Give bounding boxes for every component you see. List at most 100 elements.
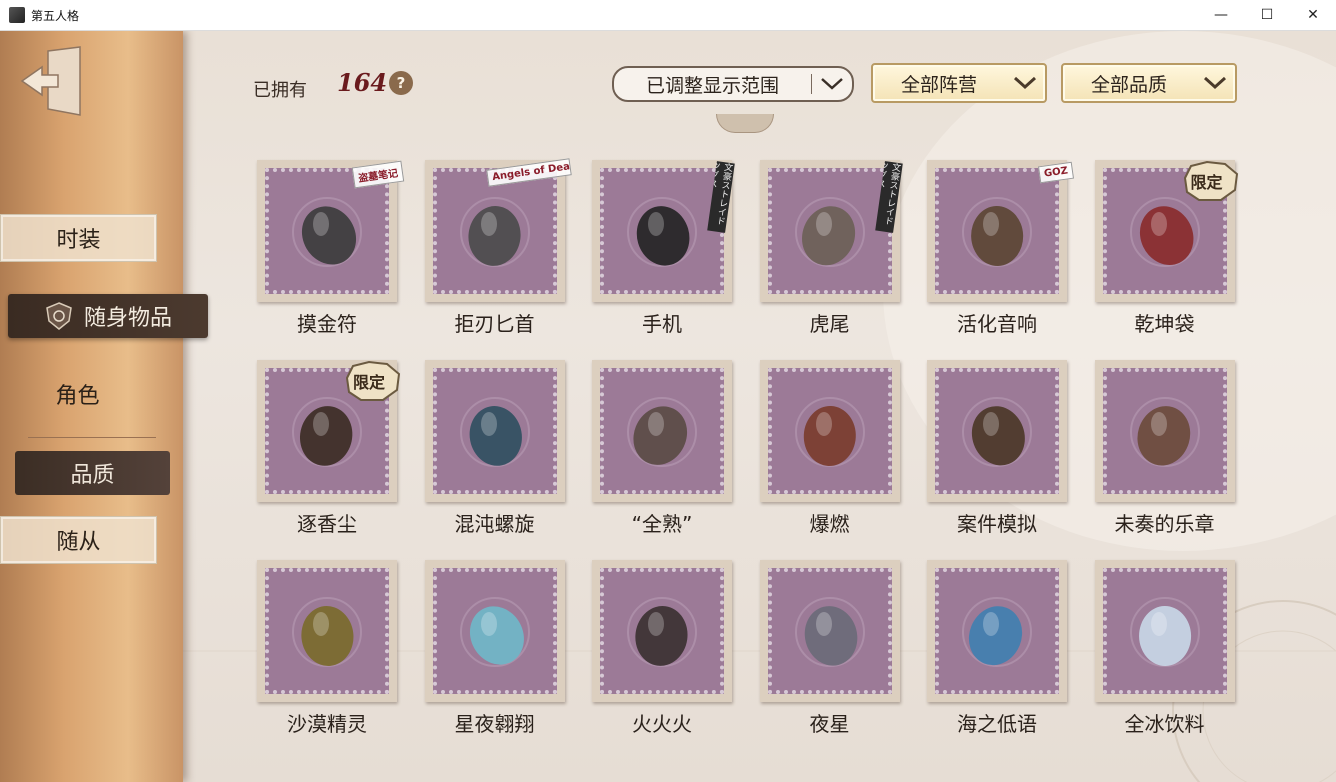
item-name: “全熟”	[631, 512, 693, 536]
item-card[interactable]: 文豪ストレイドッグス 虎尾	[759, 160, 903, 342]
item-name: 手机	[642, 312, 682, 336]
help-icon[interactable]: ?	[389, 71, 413, 95]
sidebar-item-label: 品质	[70, 463, 115, 488]
item-card[interactable]: “全熟”	[592, 360, 732, 542]
window-title: 第五人格	[31, 8, 80, 23]
flip-phone-icon	[627, 197, 697, 267]
target-icon	[962, 397, 1032, 467]
torch-stand-icon	[627, 597, 697, 667]
shield-icon	[44, 301, 74, 331]
close-button[interactable]: ✕	[1290, 0, 1336, 30]
minimize-button[interactable]: —	[1198, 0, 1244, 30]
talisman-icon	[292, 197, 362, 267]
chevron-down-icon	[812, 77, 852, 91]
sidebar-item-accessories[interactable]: 随身物品	[8, 294, 208, 338]
grill-icon	[627, 397, 697, 467]
limited-badge: 限定	[343, 360, 403, 402]
owned-label: 已拥有	[253, 80, 307, 101]
badge-label: 限定	[1190, 173, 1223, 192]
item-card[interactable]: 文豪ストレイドッグス 手机	[592, 160, 735, 342]
item-card[interactable]: GOZ 活化音响	[927, 160, 1075, 342]
maximize-button[interactable]: ☐	[1244, 0, 1290, 30]
item-name: 活化音响	[957, 312, 1037, 336]
sidebar-item-label: 随从	[56, 530, 101, 555]
item-name: 全冰饮料	[1124, 712, 1205, 736]
item-name: 拒刃匕首	[454, 312, 535, 336]
item-name: 虎尾	[809, 312, 850, 336]
item-name: 沙漠精灵	[287, 712, 367, 736]
item-name: 火火火	[632, 712, 692, 736]
item-name: 乾坤袋	[1134, 312, 1195, 336]
item-card[interactable]: 混沌螺旋	[424, 360, 565, 542]
display-range-dropdown[interactable]: 已调整显示范围	[612, 66, 854, 102]
stamp-frame	[257, 560, 397, 702]
sidebar-item-quality[interactable]: 品质	[15, 451, 170, 495]
stamp-frame	[592, 560, 732, 702]
faction-label: 全部阵营	[900, 73, 977, 96]
sidebar-item-follower[interactable]: 随从	[0, 516, 157, 564]
stamp-frame	[1094, 560, 1235, 702]
owned-count: 164	[337, 68, 388, 97]
item-name: 星夜翱翔	[454, 712, 535, 736]
stamp-frame	[424, 360, 565, 502]
window-titlebar: 第五人格 — ☐ ✕	[0, 0, 1336, 31]
item-name: 未奏的乐章	[1114, 512, 1215, 536]
stamp-frame	[927, 560, 1067, 702]
item-card[interactable]: 限定乾坤袋	[1094, 160, 1238, 342]
stamp-frame	[759, 360, 900, 502]
item-card[interactable]: 限定逐香尘	[257, 360, 401, 542]
item-card[interactable]: Angels of Death 拒刃匕首	[424, 158, 572, 342]
app-icon	[9, 7, 25, 23]
sidebar-item-label: 随身物品	[83, 306, 172, 331]
tiger-tail-icon	[794, 197, 865, 267]
limited-badge: 限定	[1181, 160, 1241, 202]
sidebar-item-costume[interactable]: 时装	[0, 214, 157, 262]
dagger-icon	[459, 197, 530, 267]
sidebar-item-label: 角色	[55, 384, 100, 409]
display-range-label: 已调整显示范围	[645, 74, 779, 97]
item-name: 逐香尘	[297, 512, 357, 536]
crystal-bird-icon	[459, 597, 530, 667]
game-viewport: 时装 随身物品 角色 品质 随从 已拥有 164 ? 已调整显示范围 全部阵营 …	[0, 31, 1336, 782]
sidebar-item-character[interactable]: 角色	[0, 371, 155, 417]
badge-label: 限定	[353, 373, 386, 392]
exit-icon[interactable]	[18, 45, 84, 117]
stamp-frame	[424, 560, 565, 702]
sidebar: 时装 随身物品 角色 品质 随从	[0, 31, 208, 782]
mirror-icon	[459, 397, 530, 467]
chevron-down-icon	[1005, 76, 1045, 90]
star-mace-icon	[794, 597, 865, 667]
faction-dropdown[interactable]: 全部阵营	[871, 63, 1047, 103]
item-name: 摸金符	[297, 312, 357, 336]
item-card[interactable]: 海之低语	[927, 560, 1067, 742]
window-controls: — ☐ ✕	[1198, 0, 1336, 30]
item-card[interactable]: 火火火	[592, 560, 732, 742]
item-card[interactable]: 全冰饮料	[1094, 560, 1235, 742]
item-card[interactable]: 未奏的乐章	[1094, 360, 1235, 542]
item-name: 混沌螺旋	[454, 512, 535, 536]
radio-icon	[962, 197, 1032, 267]
dynamite-icon	[1129, 397, 1200, 467]
item-card[interactable]: 盗墓笔记 摸金符	[257, 160, 405, 342]
sidebar-divider	[28, 437, 156, 438]
ice-drink-icon	[1129, 597, 1200, 667]
item-name: 案件模拟	[957, 512, 1037, 536]
item-name: 爆燃	[809, 512, 850, 536]
stamp-frame	[759, 560, 900, 702]
chevron-down-icon	[1195, 76, 1235, 90]
spark-plug-icon	[794, 397, 865, 467]
quality-label: 全部品质	[1090, 73, 1167, 96]
stamp-frame	[927, 360, 1067, 502]
item-name: 夜星	[809, 712, 850, 736]
item-card[interactable]: 星夜翱翔	[424, 560, 565, 742]
dragonfly-icon	[292, 597, 362, 667]
stamp-frame	[1094, 360, 1235, 502]
sidebar-item-label: 时装	[56, 228, 101, 253]
quality-dropdown[interactable]: 全部品质	[1061, 63, 1237, 103]
item-card[interactable]: 案件模拟	[927, 360, 1067, 542]
stamp-frame	[592, 360, 732, 502]
item-card[interactable]: 夜星	[759, 560, 900, 742]
item-card[interactable]: 沙漠精灵	[257, 560, 397, 742]
item-name: 海之低语	[957, 712, 1037, 736]
item-card[interactable]: 爆燃	[759, 360, 900, 542]
